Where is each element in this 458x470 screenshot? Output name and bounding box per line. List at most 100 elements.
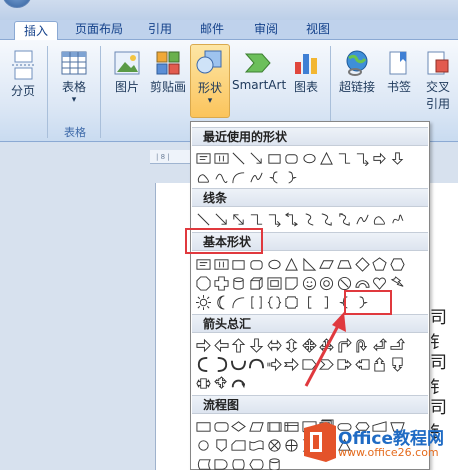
bent-up-arrow-shape-icon[interactable] xyxy=(389,336,407,355)
oval-shape-icon[interactable] xyxy=(265,255,283,274)
diamond-shape-icon[interactable] xyxy=(353,255,371,274)
curve-shape-icon[interactable] xyxy=(353,210,371,229)
direct-access-storage-shape-icon[interactable] xyxy=(230,455,248,470)
curve-shape-icon[interactable] xyxy=(213,168,231,187)
stored-data-shape-icon[interactable] xyxy=(195,455,213,470)
text-box-shape-icon[interactable] xyxy=(195,149,213,168)
folded-corner-shape-icon[interactable] xyxy=(283,274,301,293)
left-right-arrow-shape-icon[interactable] xyxy=(265,336,283,355)
notched-right-arrow-shape-icon[interactable] xyxy=(283,355,301,374)
curved-down-arrow-shape-icon[interactable] xyxy=(248,355,266,374)
elbow-connector-shape-icon[interactable] xyxy=(248,210,266,229)
smiley-face-shape-icon[interactable] xyxy=(301,274,319,293)
arc-shape-icon[interactable] xyxy=(230,293,248,312)
summing-junction-shape-icon[interactable] xyxy=(265,436,283,455)
shapes-button[interactable]: 形状 ▾ xyxy=(190,44,230,118)
bookmark-button[interactable]: 书签 xyxy=(382,50,416,95)
internal-storage-shape-icon[interactable] xyxy=(283,417,301,436)
double-bracket-shape-icon[interactable] xyxy=(248,293,266,312)
curved-left-arrow-shape-icon[interactable] xyxy=(213,355,231,374)
circular-arrow-shape-icon[interactable] xyxy=(230,374,248,393)
freeform-shape-icon[interactable] xyxy=(195,168,213,187)
moon-shape-icon[interactable] xyxy=(213,293,231,312)
curved-arrow-shape-icon[interactable] xyxy=(318,210,336,229)
elbow-double-arrow-shape-icon[interactable] xyxy=(283,210,301,229)
up-down-arrow-shape-icon[interactable] xyxy=(283,336,301,355)
freeform-shape-icon[interactable] xyxy=(371,210,389,229)
vertical-text-box-shape-icon[interactable] xyxy=(213,255,231,274)
trapezoid-shape-icon[interactable] xyxy=(336,255,354,274)
elbow-arrow-shape-icon[interactable] xyxy=(353,149,371,168)
card-shape-icon[interactable] xyxy=(230,436,248,455)
elbow-arrow-shape-icon[interactable] xyxy=(265,210,283,229)
octagon-shape-icon[interactable] xyxy=(195,274,213,293)
arrow-line-shape-icon[interactable] xyxy=(248,149,266,168)
tab-insert[interactable]: 插入 xyxy=(14,21,58,41)
down-arrow-shape-icon[interactable] xyxy=(389,149,407,168)
punched-tape-shape-icon[interactable] xyxy=(248,436,266,455)
display-shape-icon[interactable] xyxy=(248,455,266,470)
oval-shape-icon[interactable] xyxy=(301,149,319,168)
hyperlink-button[interactable]: 超链接 xyxy=(336,50,378,95)
tab-mailings[interactable]: 邮件 xyxy=(190,20,234,40)
quad-arrow-callout-shape-icon[interactable] xyxy=(213,374,231,393)
curved-connector-shape-icon[interactable] xyxy=(301,210,319,229)
table-button[interactable]: 表格 ▾ xyxy=(54,50,94,105)
right-brace-shape-icon[interactable] xyxy=(283,168,301,187)
scribble-shape-icon[interactable] xyxy=(389,210,407,229)
double-brace-shape-icon[interactable] xyxy=(265,293,283,312)
line-shape-icon[interactable] xyxy=(195,210,213,229)
double-arrow-line-shape-icon[interactable] xyxy=(230,210,248,229)
left-brace-shape-icon[interactable] xyxy=(265,168,283,187)
tab-review[interactable]: 审阅 xyxy=(244,20,288,40)
arrow-line-shape-icon[interactable] xyxy=(213,210,231,229)
triangle-shape-icon[interactable] xyxy=(283,255,301,274)
line-shape-icon[interactable] xyxy=(230,149,248,168)
tab-view[interactable]: 视图 xyxy=(296,20,340,40)
curved-up-arrow-shape-icon[interactable] xyxy=(230,355,248,374)
connector-shape-icon[interactable] xyxy=(195,436,213,455)
down-arrow-callout-shape-icon[interactable] xyxy=(389,355,407,374)
striped-right-arrow-shape-icon[interactable] xyxy=(265,355,283,374)
off-page-connector-shape-icon[interactable] xyxy=(213,436,231,455)
cube-shape-icon[interactable] xyxy=(248,274,266,293)
arc-shape-icon[interactable] xyxy=(230,168,248,187)
predefined-process-shape-icon[interactable] xyxy=(265,417,283,436)
left-right-arrow-callout-shape-icon[interactable] xyxy=(195,374,213,393)
parallelogram-shape-icon[interactable] xyxy=(318,255,336,274)
rectangle-shape-icon[interactable] xyxy=(265,149,283,168)
u-turn-arrow-shape-icon[interactable] xyxy=(353,336,371,355)
rounded-rectangle-shape-icon[interactable] xyxy=(248,255,266,274)
picture-button[interactable]: 图片 xyxy=(108,50,146,95)
text-box-shape-icon[interactable] xyxy=(195,255,213,274)
up-arrow-callout-shape-icon[interactable] xyxy=(371,355,389,374)
or-shape-icon[interactable] xyxy=(283,436,301,455)
alternate-process-shape-icon[interactable] xyxy=(213,417,231,436)
bevel-shape-icon[interactable] xyxy=(265,274,283,293)
right-arrow-shape-icon[interactable] xyxy=(371,149,389,168)
cross-shape-icon[interactable] xyxy=(213,274,231,293)
rounded-rectangle-shape-icon[interactable] xyxy=(283,149,301,168)
can-shape-icon[interactable] xyxy=(230,274,248,293)
hexagon-shape-icon[interactable] xyxy=(389,255,407,274)
curved-double-arrow-shape-icon[interactable] xyxy=(336,210,354,229)
vertical-text-box-shape-icon[interactable] xyxy=(213,149,231,168)
plaque-shape-icon[interactable] xyxy=(283,293,301,312)
elbow-connector-shape-icon[interactable] xyxy=(336,149,354,168)
triangle-shape-icon[interactable] xyxy=(318,149,336,168)
wave-line-shape-icon[interactable] xyxy=(248,168,266,187)
office-button[interactable] xyxy=(2,0,32,8)
right-arrow-shape-icon[interactable] xyxy=(195,336,213,355)
magnetic-disk-shape-icon[interactable] xyxy=(265,455,283,470)
decision-shape-icon[interactable] xyxy=(230,417,248,436)
page-break-button[interactable]: 分页 xyxy=(4,50,42,99)
process-shape-icon[interactable] xyxy=(195,417,213,436)
pentagon-shape-icon[interactable] xyxy=(371,255,389,274)
left-arrow-shape-icon[interactable] xyxy=(213,336,231,355)
rectangle-shape-icon[interactable] xyxy=(230,255,248,274)
donut-shape-icon[interactable] xyxy=(318,274,336,293)
chart-button[interactable]: 图表 xyxy=(288,50,324,95)
cross-reference-button[interactable]: 交叉 引用 xyxy=(420,50,456,112)
delay-shape-icon[interactable] xyxy=(213,455,231,470)
tab-references[interactable]: 引用 xyxy=(138,20,182,40)
